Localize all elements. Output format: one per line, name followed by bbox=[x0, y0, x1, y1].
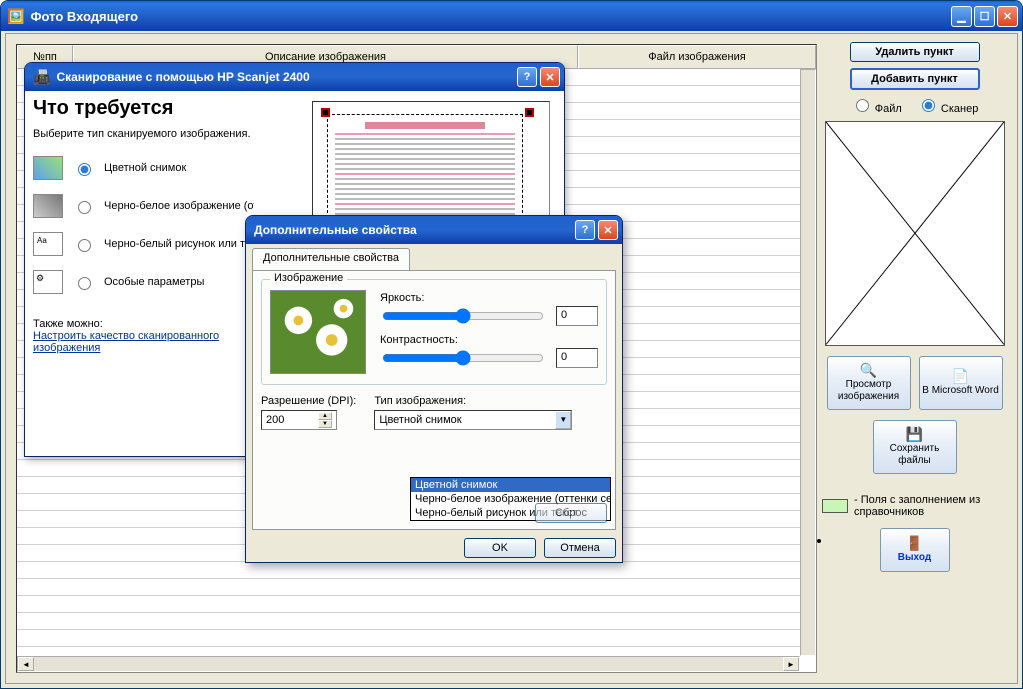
save-icon: 💾 bbox=[906, 427, 923, 441]
type-label: Тип изображения: bbox=[374, 395, 572, 407]
help-button[interactable]: ? bbox=[517, 67, 537, 87]
crop-handle-tr[interactable] bbox=[525, 108, 534, 117]
horizontal-scrollbar[interactable]: ◄ ► bbox=[17, 656, 800, 672]
brightness-slider[interactable] bbox=[382, 308, 544, 324]
maximize-button[interactable]: ☐ bbox=[974, 6, 995, 27]
image-type-select[interactable]: Цветной снимок ▼ bbox=[374, 410, 572, 430]
contrast-label: Контрастность: bbox=[380, 334, 598, 346]
ok-button[interactable]: OK bbox=[464, 538, 536, 558]
gray-thumb-icon bbox=[33, 194, 63, 218]
dpi-label: Разрешение (DPI): bbox=[261, 395, 356, 407]
dpi-spinner[interactable]: ▲▼ bbox=[318, 412, 332, 428]
exit-button[interactable]: 🚪 Выход bbox=[880, 528, 950, 572]
scanner-icon: 📠 bbox=[33, 70, 50, 84]
brightness-value[interactable]: 0 bbox=[556, 306, 598, 326]
tab-page: Изображение Яркость: bbox=[252, 270, 616, 530]
crop-handle-tl[interactable] bbox=[321, 108, 330, 117]
contrast-slider[interactable] bbox=[382, 350, 544, 366]
radio-scanner[interactable]: Сканер bbox=[917, 103, 979, 115]
view-image-button[interactable]: 🔍 Просмотр изображения bbox=[827, 356, 911, 410]
group-legend: Изображение bbox=[270, 272, 347, 284]
word-icon: 📄 bbox=[952, 369, 969, 383]
reset-button[interactable]: Сброс bbox=[535, 503, 607, 523]
close-button[interactable]: ✕ bbox=[997, 6, 1018, 27]
chevron-down-icon[interactable]: ▼ bbox=[555, 411, 571, 429]
brightness-label: Яркость: bbox=[380, 292, 598, 304]
color-thumb-icon bbox=[33, 156, 63, 180]
sample-image bbox=[270, 290, 366, 374]
vertical-scrollbar[interactable] bbox=[800, 69, 816, 656]
custom-thumb-icon: ⚙ bbox=[33, 270, 63, 294]
magnifier-icon: 🔍 bbox=[860, 363, 877, 377]
adv-titlebar[interactable]: Дополнительные свойства ? ✕ bbox=[246, 216, 622, 244]
add-item-button[interactable]: Добавить пункт bbox=[850, 68, 980, 90]
adv-close-button[interactable]: ✕ bbox=[598, 220, 618, 240]
adv-title: Дополнительные свойства bbox=[254, 223, 417, 237]
scan-dialog-title: Сканирование с помощью HP Scanjet 2400 bbox=[56, 70, 309, 84]
to-word-button[interactable]: 📄 В Microsoft Word bbox=[919, 356, 1003, 410]
advanced-properties-dialog: Дополнительные свойства ? ✕ Дополнительн… bbox=[245, 215, 623, 563]
radio-file[interactable]: Файл bbox=[851, 103, 902, 115]
preview-placeholder bbox=[825, 121, 1005, 346]
legend-swatch bbox=[822, 499, 848, 513]
col-file[interactable]: Файл изображения bbox=[578, 45, 816, 69]
contrast-value[interactable]: 0 bbox=[556, 348, 598, 368]
dd-opt-color[interactable]: Цветной снимок bbox=[411, 478, 610, 492]
legend: - Поля с заполнением из справочников bbox=[822, 494, 1007, 518]
scroll-left-icon[interactable]: ◄ bbox=[18, 657, 34, 671]
scroll-right-icon[interactable]: ► bbox=[783, 657, 799, 671]
minimize-button[interactable]: ▁ bbox=[951, 6, 972, 27]
adjust-quality-link[interactable]: Настроить качество сканированного изобра… bbox=[33, 330, 253, 354]
cancel-button[interactable]: Отмена bbox=[544, 538, 616, 558]
tab-advanced[interactable]: Дополнительные свойства bbox=[252, 248, 410, 270]
delete-item-button[interactable]: Удалить пункт bbox=[850, 42, 980, 62]
app-icon: 🖼️ bbox=[7, 9, 24, 23]
scan-dialog-titlebar[interactable]: 📠 Сканирование с помощью HP Scanjet 2400… bbox=[25, 63, 564, 91]
bw-thumb-icon: Aa bbox=[33, 232, 63, 256]
save-files-button[interactable]: 💾 Сохранить файлы bbox=[873, 420, 957, 474]
dpi-input[interactable]: 200 ▲▼ bbox=[261, 410, 337, 430]
image-group: Изображение Яркость: bbox=[261, 279, 607, 385]
right-panel: Удалить пункт Добавить пункт Файл Сканер… bbox=[822, 42, 1007, 673]
exit-icon: 🚪 bbox=[906, 536, 923, 550]
stray-dot bbox=[817, 539, 821, 543]
scan-close-button[interactable]: ✕ bbox=[540, 67, 560, 87]
main-title: Фото Входящего bbox=[30, 9, 138, 24]
adv-help-button[interactable]: ? bbox=[575, 220, 595, 240]
main-titlebar[interactable]: 🖼️ Фото Входящего ▁ ☐ ✕ bbox=[1, 1, 1022, 31]
